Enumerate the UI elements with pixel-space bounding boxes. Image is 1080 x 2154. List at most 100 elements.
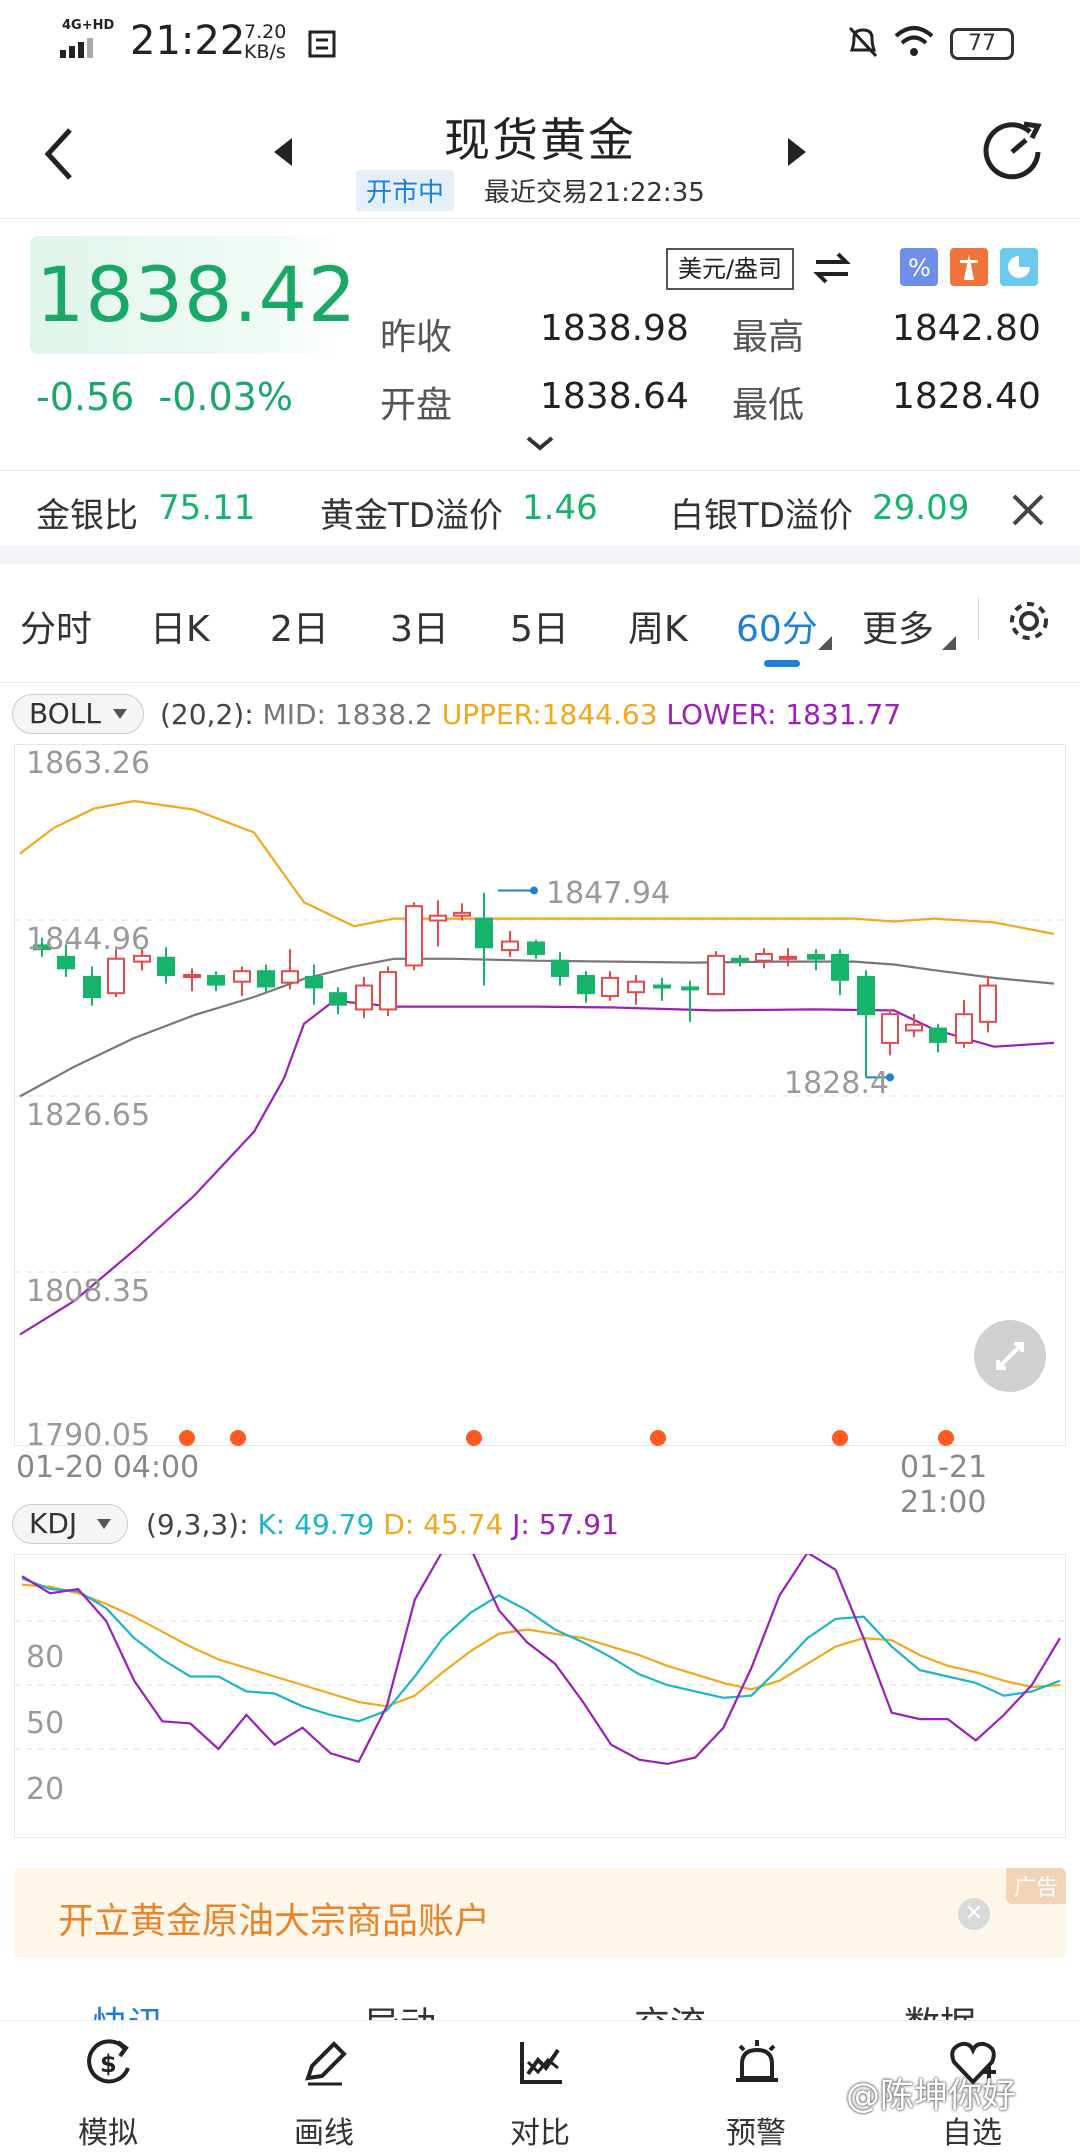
ad-text: 开立黄金原油大宗商品账户	[58, 1901, 491, 1942]
candle-body	[405, 905, 423, 967]
fullscreen-button[interactable]	[974, 1320, 1046, 1392]
y-label-1: 1863.26	[26, 746, 151, 781]
kdj-y-label-80: 80	[26, 1640, 65, 1675]
candle-body	[207, 974, 225, 986]
tab-60min[interactable]: 60分	[736, 600, 818, 652]
screenshot-icon	[308, 30, 336, 58]
tab-weekly[interactable]: 周K	[628, 600, 688, 652]
refresh-icon[interactable]	[980, 118, 1046, 184]
swap-icon[interactable]	[812, 250, 852, 286]
upper-band-line	[19, 799, 1055, 935]
candle-body	[627, 980, 645, 994]
percent-tool-icon[interactable]: %	[900, 248, 938, 286]
market-status-badge: 开市中	[356, 170, 455, 211]
candle-body	[453, 911, 471, 917]
status-time: 21:22	[130, 18, 246, 64]
candle-body	[379, 971, 397, 1011]
event-dot	[230, 1430, 246, 1446]
next-instrument-icon[interactable]	[784, 134, 810, 170]
max-price-label: 1847.94	[546, 876, 671, 911]
candle-body	[831, 953, 849, 981]
candle-body	[257, 970, 275, 988]
current-price: 1838.42	[36, 250, 358, 339]
status-bar: 4G+HD 21:22 7.20 KB/s 77	[0, 0, 1080, 90]
tab-intraday[interactable]: 分时	[20, 600, 92, 652]
header: 现货黄金 开市中 最近交易21:22:35	[0, 90, 1080, 220]
ad-close-icon[interactable]: ✕	[958, 1898, 990, 1930]
kdj-selector[interactable]: KDJ	[12, 1504, 128, 1544]
candle-body	[329, 992, 347, 1006]
tab-3day[interactable]: 3日	[390, 600, 449, 652]
candle-body	[107, 957, 125, 995]
candle-body	[183, 974, 201, 979]
nav-compare[interactable]: 对比	[460, 2020, 620, 2154]
open-value: 1838.64	[540, 376, 689, 417]
candle-body	[551, 959, 569, 977]
nav-simulate[interactable]: $ 模拟	[28, 2020, 188, 2154]
lower-band-line	[19, 999, 1055, 1336]
prev-close-value: 1838.98	[540, 308, 689, 349]
last-trade-time: 最近交易21:22:35	[484, 178, 705, 208]
settings-gear-icon[interactable]	[1004, 596, 1054, 646]
unit-selector[interactable]: 美元/盎司	[666, 248, 794, 290]
k-line	[21, 1577, 1061, 1723]
dollar-cycle-icon: $	[87, 2039, 130, 2084]
boll-legend: (20,2): MID: 1838.2 UPPER:1844.63 LOWER:…	[160, 698, 902, 731]
tab-more[interactable]: 更多	[862, 600, 934, 652]
candle-body	[157, 956, 175, 977]
ratio-value-silver-td: 29.09	[872, 488, 970, 528]
mute-icon	[848, 26, 878, 58]
candle-body	[681, 986, 699, 991]
boll-chart[interactable]	[14, 744, 1066, 1446]
candle-body	[475, 917, 493, 949]
pen-icon	[305, 2041, 347, 2086]
network-speed: 7.20 KB/s	[244, 21, 287, 63]
lighthouse-tool-icon[interactable]	[950, 248, 988, 286]
candle-body	[779, 955, 797, 960]
kdj-y-label-20: 20	[26, 1772, 65, 1807]
tab-2day[interactable]: 2日	[270, 600, 329, 652]
page-title: 现货黄金	[444, 113, 636, 167]
svg-text:%: %	[908, 254, 931, 282]
open-label: 开盘	[380, 385, 453, 426]
ratio-value-gold-td: 1.46	[522, 488, 598, 528]
ad-banner[interactable]: 开立黄金原油大宗商品账户 ✕ 广告	[14, 1868, 1066, 1958]
tab-5day[interactable]: 5日	[510, 600, 569, 652]
candle-body	[57, 955, 75, 970]
pie-tool-icon[interactable]	[1000, 248, 1038, 286]
candle-body	[577, 974, 595, 995]
max-marker-dot	[530, 886, 538, 895]
candle-body	[429, 914, 447, 922]
event-dot	[650, 1430, 666, 1446]
chart-compare-icon	[520, 2042, 562, 2084]
boll-selector[interactable]: BOLL	[12, 694, 144, 734]
price-change: -0.56 -0.03%	[36, 375, 293, 419]
y-label-5: 1790.05	[26, 1418, 151, 1453]
d-line	[21, 1583, 1061, 1708]
expand-chevron-icon[interactable]	[524, 434, 556, 452]
event-dot	[938, 1430, 954, 1446]
candle-body	[83, 975, 101, 998]
x-label-end: 01-21 21:00	[900, 1450, 988, 1520]
candle-body	[305, 975, 323, 989]
candle-body	[707, 954, 725, 996]
low-label: 最低	[732, 385, 805, 426]
svg-text:$: $	[100, 2050, 117, 2078]
nav-alert[interactable]: 预警	[676, 2020, 836, 2154]
high-value: 1842.80	[892, 308, 1041, 349]
close-icon[interactable]	[1008, 490, 1048, 530]
candle-body	[881, 1013, 899, 1044]
nav-draw[interactable]: 画线	[244, 2020, 404, 2154]
candle-body	[281, 970, 299, 984]
y-label-2: 1844.96	[26, 922, 151, 957]
alarm-icon	[736, 2040, 778, 2082]
watermark: @陈坤你好	[846, 2076, 1016, 2116]
wifi-icon	[894, 26, 934, 56]
y-label-4: 1808.35	[26, 1274, 151, 1309]
tab-daily[interactable]: 日K	[150, 600, 210, 652]
expand-icon	[996, 1342, 1024, 1370]
high-label: 最高	[732, 317, 805, 358]
active-tab-indicator	[764, 660, 800, 667]
candle-body	[955, 1013, 973, 1044]
kdj-chart[interactable]	[14, 1554, 1066, 1838]
